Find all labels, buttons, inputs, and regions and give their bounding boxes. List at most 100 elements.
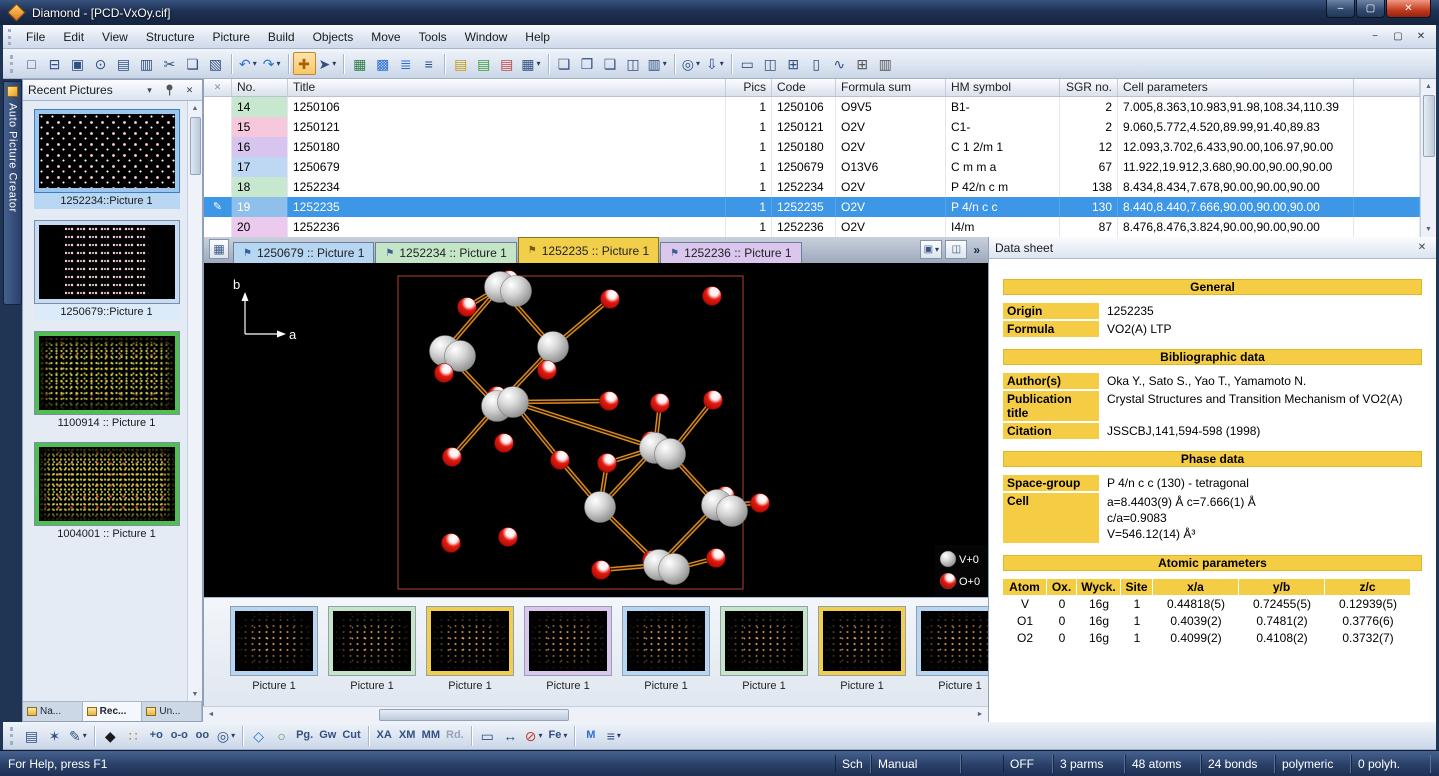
picture-gallery-button[interactable]: ▥▾ — [645, 52, 670, 75]
export-picture-button[interactable]: ⇩▾ — [703, 52, 727, 75]
menu-tools[interactable]: Tools — [410, 26, 456, 48]
maximize-button[interactable]: ▢ — [1356, 0, 1385, 18]
new-document-button[interactable]: □ — [20, 52, 43, 75]
o-atom[interactable] — [601, 290, 620, 309]
o-atom[interactable] — [600, 392, 619, 411]
menu-move[interactable]: Move — [362, 26, 409, 48]
o-atom[interactable] — [495, 434, 514, 453]
more-tabs-button[interactable]: » — [970, 243, 983, 257]
forbid-button[interactable]: ⊘▾ — [522, 724, 546, 747]
reduce-button[interactable]: Rd. — [443, 724, 467, 747]
grow-button[interactable]: Gw — [316, 724, 339, 747]
table-row-16[interactable]: 16125018011250180O2VC 1 2/m 11212.093,3.… — [204, 137, 1420, 157]
table-scrollbar[interactable]: ▲ ▼ — [1420, 79, 1436, 237]
recent-pictures-scrollbar[interactable]: ▲ ▼ — [187, 101, 202, 701]
data-sheet-pane-button[interactable]: ≣ — [394, 52, 417, 75]
connect-atoms-button[interactable]: o-o — [168, 724, 191, 747]
cut-button[interactable]: ✂ — [158, 52, 181, 75]
picture-pane-button[interactable]: ▩ — [371, 52, 394, 75]
v-atom[interactable] — [655, 439, 686, 470]
data-sheet-close-button[interactable]: ✕ — [1414, 240, 1430, 256]
panel-tab-Un[interactable]: Un... — [142, 702, 202, 721]
close-table-icon[interactable]: ✕ — [214, 82, 222, 92]
minimize-button[interactable]: – — [1326, 0, 1355, 18]
add-atom-button[interactable]: +o — [145, 724, 168, 747]
tile-pictures-button[interactable]: ◫ — [622, 52, 645, 75]
structure-canvas[interactable]: baV+0O+0 — [203, 263, 988, 597]
menu-objects[interactable]: Objects — [304, 26, 363, 48]
new-picture-button[interactable]: ❑ — [553, 52, 576, 75]
scrollbar-thumb[interactable] — [190, 117, 201, 175]
match-molecules-button[interactable]: MM — [419, 724, 443, 747]
filmstrip-scrollbar[interactable]: ◄ ► — [203, 706, 988, 722]
move-atoms-button[interactable]: ↔ — [499, 724, 522, 747]
print-button[interactable]: ▤ — [112, 52, 135, 75]
o-atom[interactable] — [458, 298, 477, 317]
mdi-minimize-button[interactable]: − — [1365, 29, 1385, 45]
data-window-button[interactable]: ▣▾ — [920, 240, 942, 259]
o-atom[interactable] — [651, 394, 670, 413]
select-mode-button[interactable]: ➤▾ — [316, 52, 340, 75]
panel-tab-Rec[interactable]: Rec... — [83, 702, 143, 721]
create-atoms-button[interactable]: ◆ — [99, 724, 122, 747]
picture-tabs-menu-button[interactable]: ▦ — [209, 239, 229, 259]
o-atom[interactable] — [443, 448, 462, 467]
powder-pattern-button[interactable]: ▥ — [874, 52, 897, 75]
o-atom[interactable] — [598, 454, 617, 473]
calculation-table-button[interactable]: ⊞ — [851, 52, 874, 75]
o-atom[interactable] — [707, 549, 726, 568]
panel-tab-Na[interactable]: Na... — [23, 702, 83, 721]
cell-frame-button[interactable]: ▭ — [476, 724, 499, 747]
column-header-code[interactable]: Code — [772, 79, 836, 96]
table-row-19[interactable]: ✎19125223511252235O2VP 4/n c c1308.440,8… — [204, 197, 1420, 217]
distances-table-button[interactable]: ▤ — [449, 52, 472, 75]
polyhedra-button[interactable]: ◇ — [247, 724, 270, 747]
find-button[interactable]: ⊙ — [89, 52, 112, 75]
v-atom[interactable] — [659, 554, 690, 585]
mdi-close-button[interactable]: ✕ — [1411, 29, 1431, 45]
packing-button[interactable]: Pg. — [293, 724, 316, 747]
auto-picture-creator-tab[interactable]: Auto Picture Creator — [3, 81, 22, 305]
molecules-x-button[interactable]: XM — [396, 724, 419, 747]
save-button[interactable]: ▣ — [66, 52, 89, 75]
save-structure-button[interactable]: ▤ — [20, 724, 43, 747]
undo-button[interactable]: ↶▾ — [236, 52, 260, 75]
recent-picture-item-1[interactable]: 1252234::Picture 1 — [34, 109, 180, 209]
scrollbar-thumb[interactable] — [1423, 95, 1435, 157]
menu-structure[interactable]: Structure — [137, 26, 204, 48]
picture-tab-1252236[interactable]: ⚑1252236 :: Picture 1 — [660, 242, 801, 263]
v-atom[interactable] — [585, 492, 616, 523]
angles-table-button[interactable]: ▤ — [472, 52, 495, 75]
panel-pin-button[interactable] — [162, 83, 177, 98]
arrange-windows-button[interactable]: ◫ — [945, 240, 967, 259]
close-button[interactable]: ✕ — [1386, 0, 1431, 18]
copy-button[interactable]: ❏ — [181, 52, 204, 75]
o-atom[interactable] — [442, 534, 461, 553]
open-document-button[interactable]: ⊟ — [43, 52, 66, 75]
column-header-title[interactable]: Title — [288, 79, 726, 96]
recent-picture-item-4[interactable]: 1004001 :: Picture 1 — [34, 442, 180, 542]
table-row-18[interactable]: 18125223411252234O2VP 42/n c m1388.434,8… — [204, 177, 1420, 197]
pan-mode-button[interactable]: ✚ — [293, 52, 316, 75]
menu-edit[interactable]: Edit — [54, 26, 93, 48]
o-atom[interactable] — [703, 287, 722, 306]
rings-button[interactable]: ○ — [270, 724, 293, 747]
v-atom[interactable] — [538, 332, 569, 363]
duplicate-picture-button[interactable]: ❒ — [576, 52, 599, 75]
o-atom[interactable] — [435, 364, 454, 383]
scrollbar-thumb[interactable] — [379, 709, 569, 721]
layout-split-button[interactable]: ◫ — [759, 52, 782, 75]
picture-tab-1250679[interactable]: ⚑1250679 :: Picture 1 — [233, 242, 374, 263]
scroll-up-icon[interactable]: ▲ — [1421, 79, 1436, 94]
picture-tab-1252235[interactable]: ⚑1252235 :: Picture 1 — [518, 237, 659, 263]
cut-cell-button[interactable]: Cut — [339, 724, 363, 747]
table-row-20[interactable]: 20125223611252236O2VI4/m878.476,8.476,3.… — [204, 217, 1420, 237]
scroll-down-icon[interactable]: ▼ — [1421, 222, 1436, 237]
fill-cell-button[interactable]: ∷ — [122, 724, 145, 747]
filmstrip-item-8[interactable]: Picture 1 — [916, 606, 988, 706]
menu-window[interactable]: Window — [456, 26, 517, 48]
recent-picture-item-2[interactable]: 1250679::Picture 1 — [34, 220, 180, 320]
column-header-hm[interactable]: HM symbol — [946, 79, 1060, 96]
print-preview-button[interactable]: ▥ — [135, 52, 158, 75]
layout-single-button[interactable]: ▭ — [736, 52, 759, 75]
